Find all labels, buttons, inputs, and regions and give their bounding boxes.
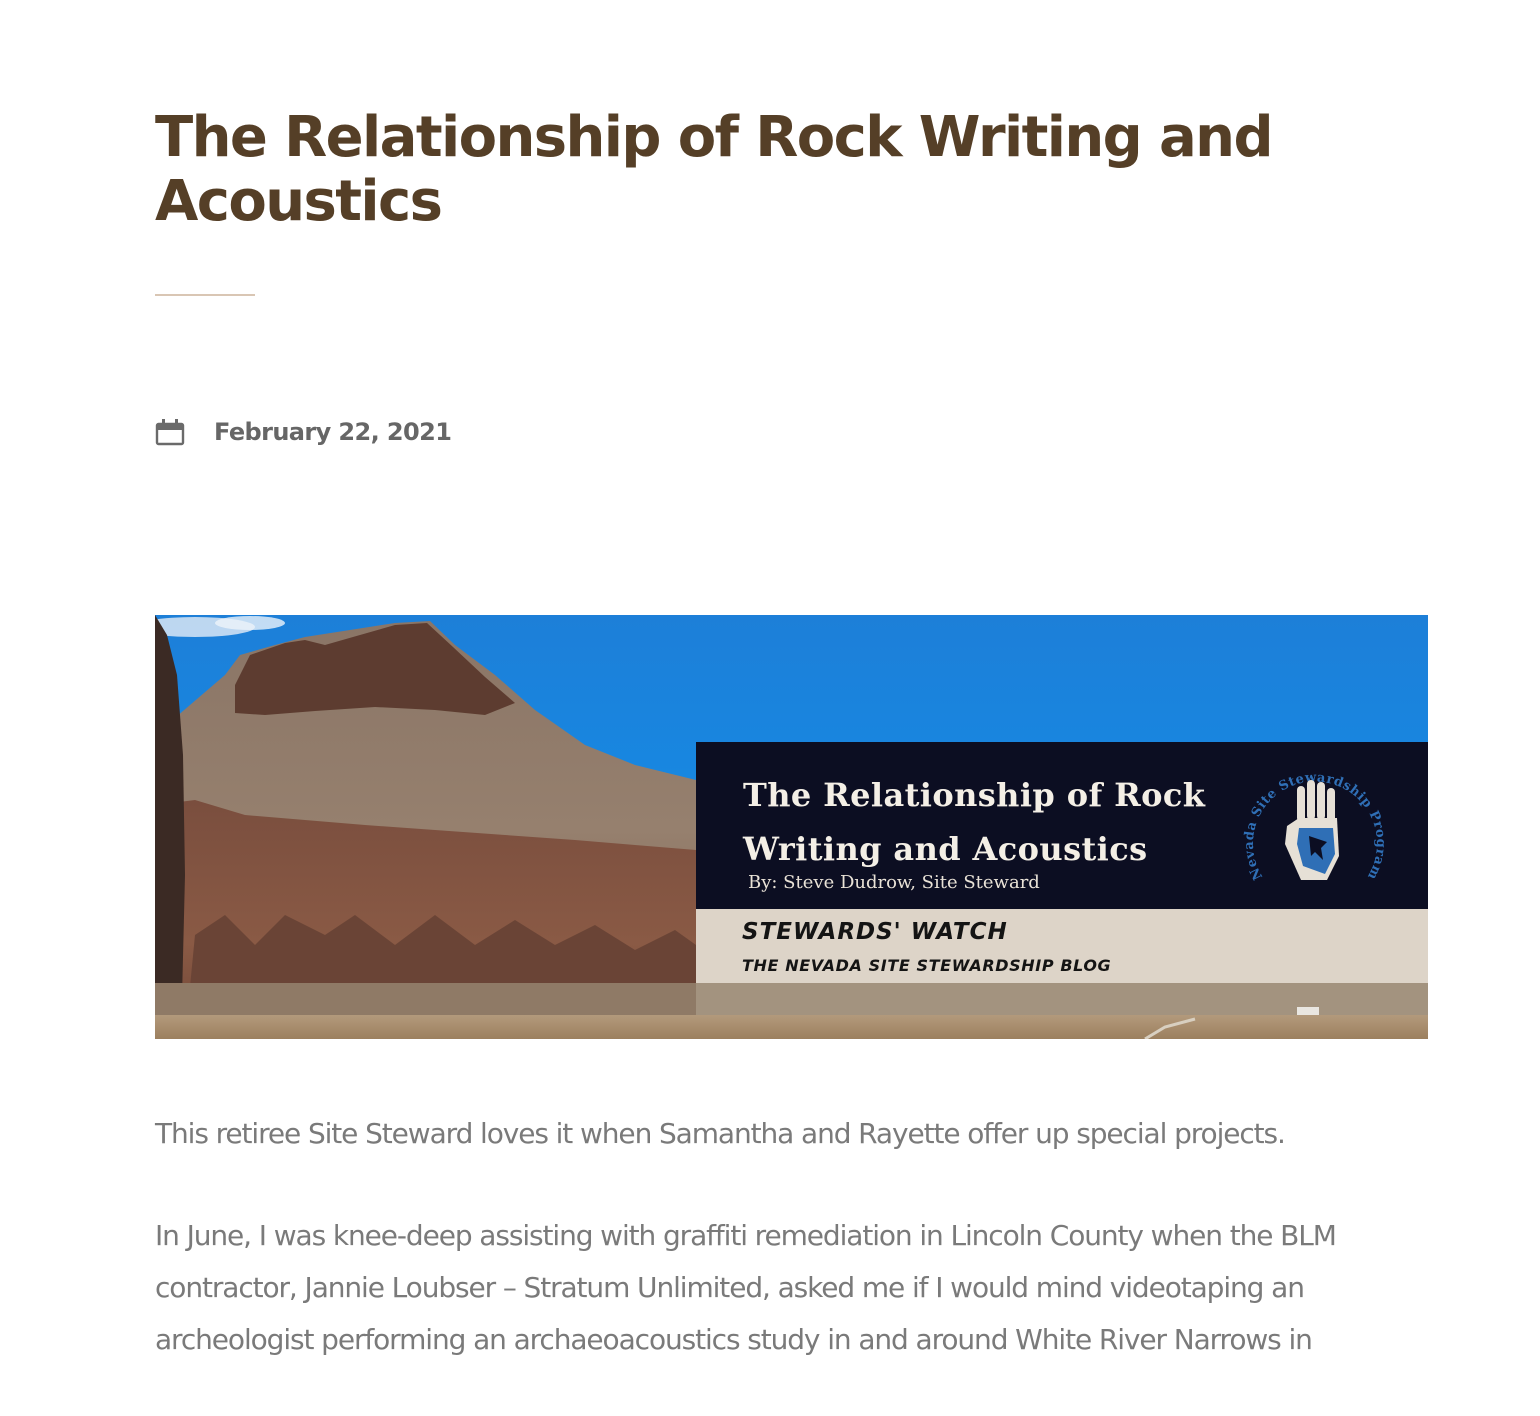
calendar-icon xyxy=(155,419,185,446)
post-body: This retiree Site Steward loves it when … xyxy=(155,1108,1428,1416)
post-date: February 22, 2021 xyxy=(214,418,452,446)
banner-byline: By: Steve Dudrow, Site Steward xyxy=(748,872,1040,893)
nevada-site-stewardship-logo: Nevada Site Stewardship Program xyxy=(1242,770,1388,882)
post-title: The Relationship of Rock Writing and Aco… xyxy=(155,105,1274,234)
body-paragraph: This retiree Site Steward loves it when … xyxy=(155,1117,1286,1150)
title-divider xyxy=(155,294,255,296)
body-paragraph: In June, I was knee-deep assisting with … xyxy=(155,1219,1337,1356)
post-meta: February 22, 2021 xyxy=(155,414,452,450)
blog-banner: STEWARDS' WATCH THE NEVADA SITE STEWARDS… xyxy=(696,909,1428,983)
blog-tagline: THE NEVADA SITE STEWARDSHIP BLOG xyxy=(742,956,1112,975)
title-banner: The Relationship of Rock Writing and Aco… xyxy=(696,742,1428,909)
banner-title: The Relationship of Rock Writing and Aco… xyxy=(743,776,1206,868)
featured-image: The Relationship of Rock Writing and Aco… xyxy=(155,615,1428,1039)
blog-name: STEWARDS' WATCH xyxy=(742,919,1008,945)
